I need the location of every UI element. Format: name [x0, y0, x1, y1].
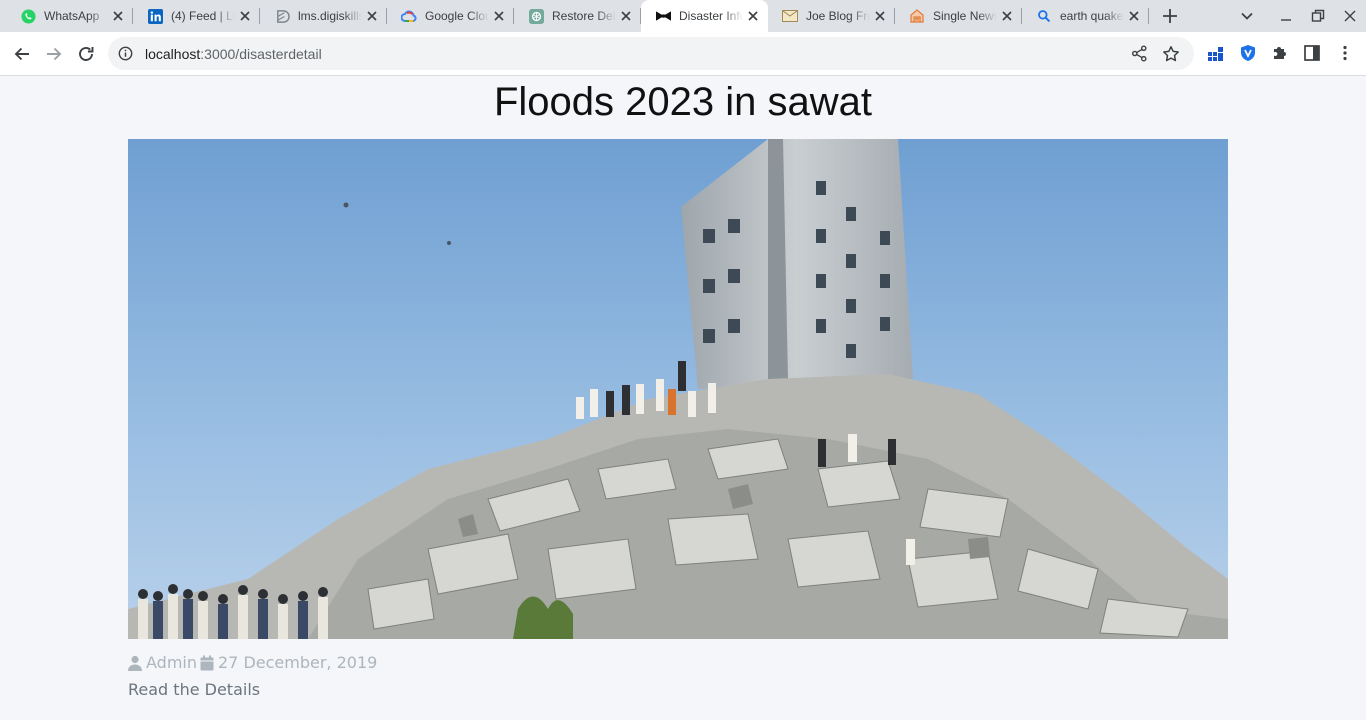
tab-title: earth quake [1060, 9, 1124, 23]
chevron-down-icon[interactable] [1240, 9, 1254, 23]
tab-title: Restore Deleted [552, 9, 616, 23]
tab-strip: WhatsApp (4) Feed | LinkedIn lms.digiski… [0, 0, 1366, 32]
post-meta: Admin 27 December, 2019 [128, 653, 377, 672]
close-tab-icon[interactable] [111, 9, 125, 23]
side-panel-icon[interactable] [1303, 44, 1321, 62]
minimize-icon[interactable] [1279, 9, 1293, 23]
user-icon [128, 655, 142, 671]
linkedin-icon [147, 8, 163, 24]
post-date: 27 December, 2019 [218, 653, 378, 672]
url-host: localhost [145, 46, 201, 62]
more-menu-icon[interactable] [1336, 44, 1354, 62]
read-details-link[interactable]: Read the Details [128, 680, 260, 699]
address-bar[interactable]: localhost:3000/disasterdetail [108, 37, 1194, 70]
close-tab-icon[interactable] [365, 9, 379, 23]
url-path: :3000/disasterdetail [200, 46, 322, 62]
chatgpt-icon [528, 8, 544, 24]
browser-toolbar: localhost:3000/disasterdetail [0, 32, 1366, 76]
calendar-icon [200, 655, 214, 670]
close-tab-icon[interactable] [746, 9, 760, 23]
restore-icon[interactable] [1311, 9, 1325, 23]
tab-title: Joe Blog Free [806, 9, 870, 23]
close-tab-icon[interactable] [238, 9, 252, 23]
post-author: Admin [146, 653, 197, 672]
google-cloud-icon [401, 8, 417, 24]
tab-linkedin[interactable]: (4) Feed | LinkedIn [133, 0, 260, 32]
close-tab-icon[interactable] [1127, 9, 1141, 23]
shield-icon[interactable] [1239, 44, 1257, 62]
digiskills-icon [274, 8, 290, 24]
search-icon [1036, 8, 1052, 24]
bookmark-star-icon[interactable] [1162, 45, 1180, 63]
bow-tie-icon [655, 8, 671, 24]
page-content: Floods 2023 in sawat Admin 27 December, … [0, 76, 1366, 720]
tab-title: Google Cloud [425, 9, 489, 23]
close-tab-icon[interactable] [873, 9, 887, 23]
tab-lms-digiskills[interactable]: lms.digiskills [260, 0, 387, 32]
disaster-image [128, 139, 1228, 639]
reload-icon[interactable] [76, 44, 96, 64]
tab-restore-deleted[interactable]: Restore Deleted [514, 0, 641, 32]
news-icon [909, 8, 925, 24]
tab-disaster-info[interactable]: Disaster Info [641, 0, 768, 32]
extension-grid-icon[interactable] [1207, 44, 1225, 62]
new-tab-icon[interactable] [1160, 7, 1180, 25]
forward-arrow-icon[interactable] [44, 44, 64, 64]
tab-joe-blog[interactable]: Joe Blog Free [768, 0, 895, 32]
close-tab-icon[interactable] [619, 9, 633, 23]
page-title: Floods 2023 in sawat [493, 80, 872, 124]
close-tab-icon[interactable] [492, 9, 506, 23]
tab-title: lms.digiskills [298, 9, 362, 23]
info-icon[interactable] [118, 46, 133, 61]
tab-whatsapp[interactable]: WhatsApp [6, 0, 133, 32]
tab-earth-quake[interactable]: earth quake [1022, 0, 1149, 32]
close-tab-icon[interactable] [1000, 9, 1014, 23]
tab-title: Single News [933, 9, 997, 23]
share-icon[interactable] [1131, 45, 1148, 62]
close-window-icon[interactable] [1343, 9, 1357, 23]
puzzle-icon[interactable] [1271, 44, 1289, 62]
tab-single-news[interactable]: Single News [895, 0, 1022, 32]
tab-google-cloud[interactable]: Google Cloud [387, 0, 514, 32]
tab-title: WhatsApp [44, 9, 100, 23]
url-text[interactable]: localhost:3000/disasterdetail [145, 46, 322, 62]
tab-title: (4) Feed | LinkedIn [171, 9, 235, 23]
tab-separator [1148, 8, 1149, 24]
back-arrow-icon[interactable] [12, 44, 32, 64]
whatsapp-icon [20, 8, 36, 24]
tab-title: Disaster Info [679, 9, 743, 23]
envelope-icon [782, 8, 798, 24]
